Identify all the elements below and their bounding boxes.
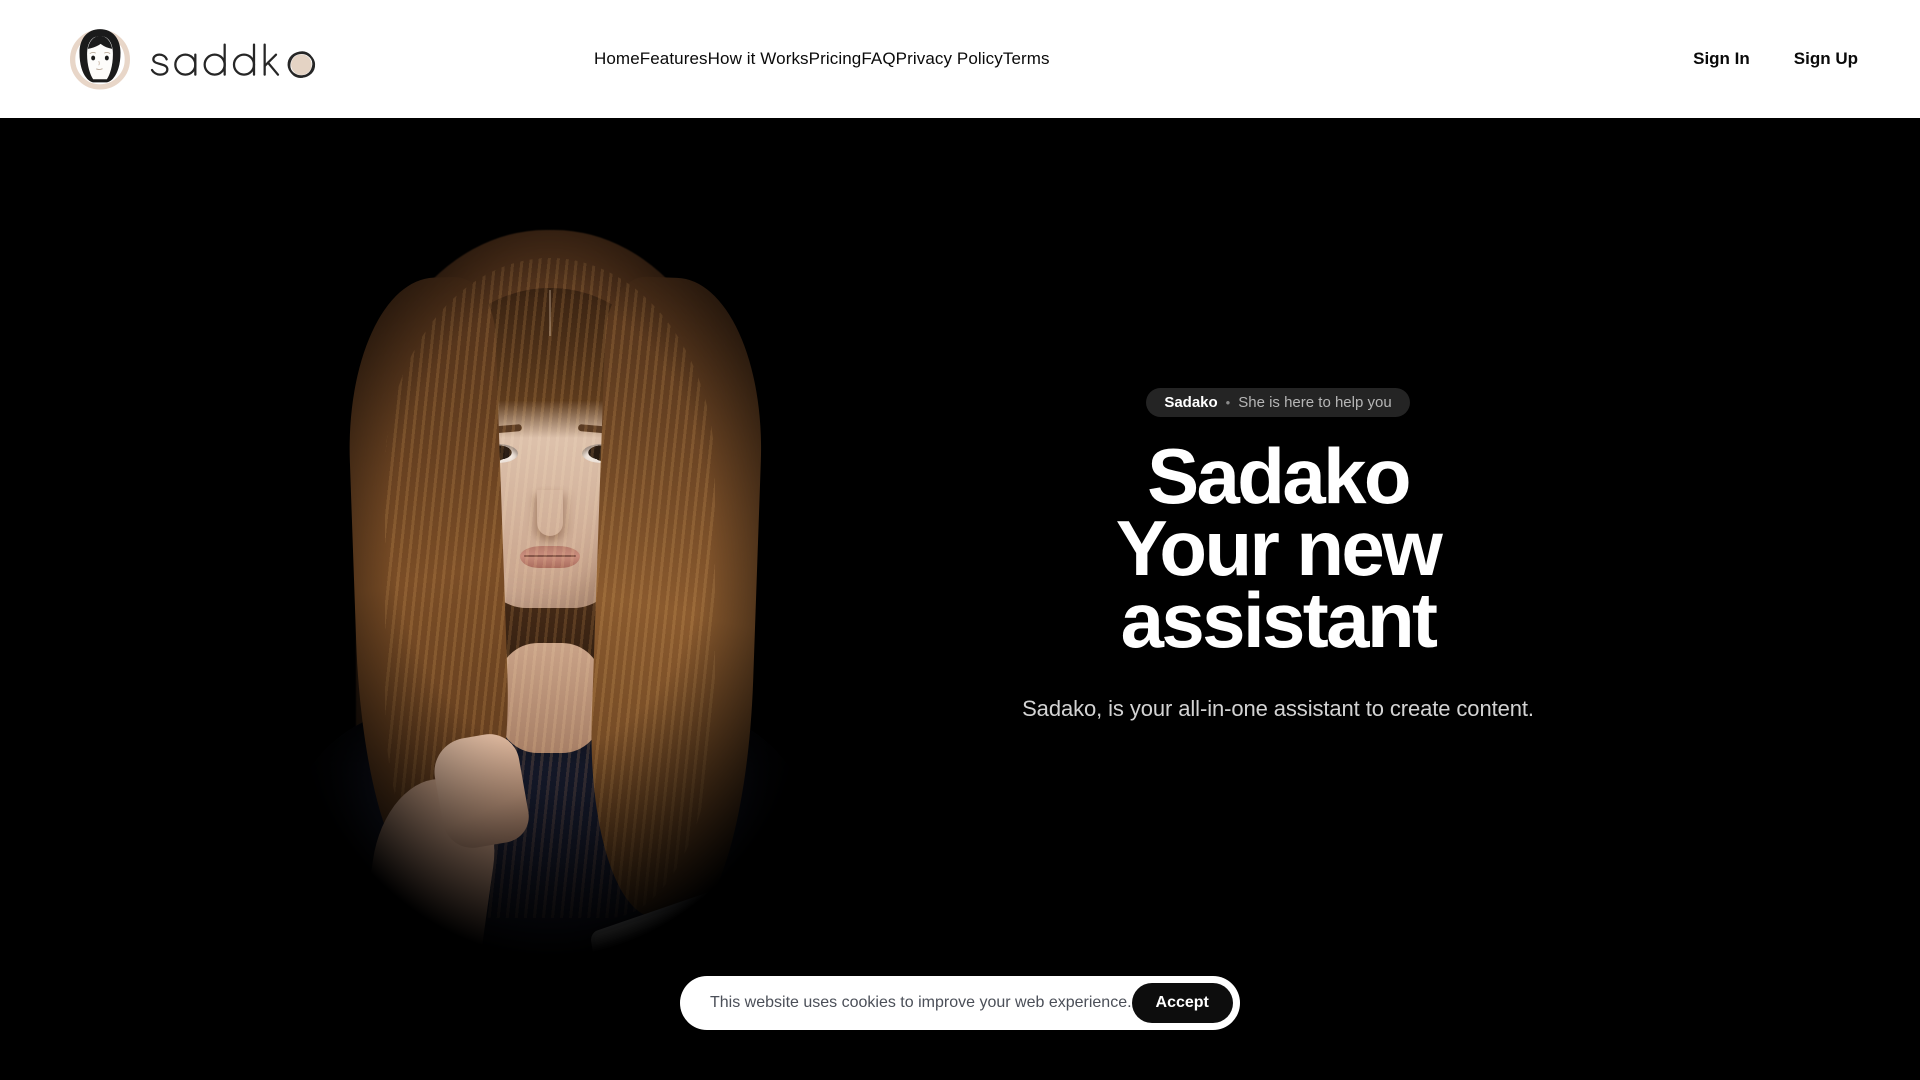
sign-in-link[interactable]: Sign In	[1693, 49, 1750, 69]
hero-badge-separator-dot: •	[1225, 395, 1231, 410]
nav-item-pricing[interactable]: Pricing	[809, 39, 862, 79]
hero-title-line-1: Sadako	[1147, 432, 1411, 520]
site-header: Home Features How it Works Pricing FAQ P…	[0, 0, 1920, 118]
nav-item-privacy-policy[interactable]: Privacy Policy	[896, 39, 1003, 79]
portrait-stage	[170, 118, 930, 1080]
cookie-consent-banner: This website uses cookies to improve you…	[680, 976, 1240, 1030]
hero-title: Sadako Your new assistant	[1018, 432, 1538, 664]
hero-copy: Sadako • She is here to help you Sadako …	[1018, 388, 1538, 724]
hero-badge: Sadako • She is here to help you	[1146, 388, 1410, 417]
nav-item-faq[interactable]: FAQ	[861, 39, 895, 79]
brand-logo[interactable]	[62, 8, 344, 108]
cookie-accept-button[interactable]: Accept	[1131, 983, 1233, 1023]
cookie-message: This website uses cookies to improve you…	[710, 994, 1132, 1011]
nav-item-features[interactable]: Features	[640, 39, 708, 79]
hero-badge-name: Sadako	[1164, 394, 1218, 411]
hero-badge-text: She is here to help you	[1238, 394, 1392, 411]
hero-subtitle: Sadako, is your all-in-one assistant to …	[1022, 695, 1534, 721]
auth-links: Sign In Sign Up	[1693, 0, 1858, 118]
nav-item-terms[interactable]: Terms	[1003, 39, 1050, 79]
sign-up-link[interactable]: Sign Up	[1794, 49, 1858, 69]
primary-nav: Home Features How it Works Pricing FAQ P…	[594, 0, 1050, 118]
hero-title-line-3: assistant	[1120, 575, 1438, 664]
hero-title-line-2: Your new	[1115, 503, 1443, 592]
sadako-girl-face-logo-icon	[62, 20, 138, 96]
hero-section: Sadako • She is here to help you Sadako …	[0, 118, 1920, 1080]
hero-portrait-image	[170, 118, 930, 1080]
brand-wordmark	[144, 27, 344, 89]
nav-item-how-it-works[interactable]: How it Works	[708, 39, 809, 79]
nav-item-home[interactable]: Home	[594, 39, 640, 79]
